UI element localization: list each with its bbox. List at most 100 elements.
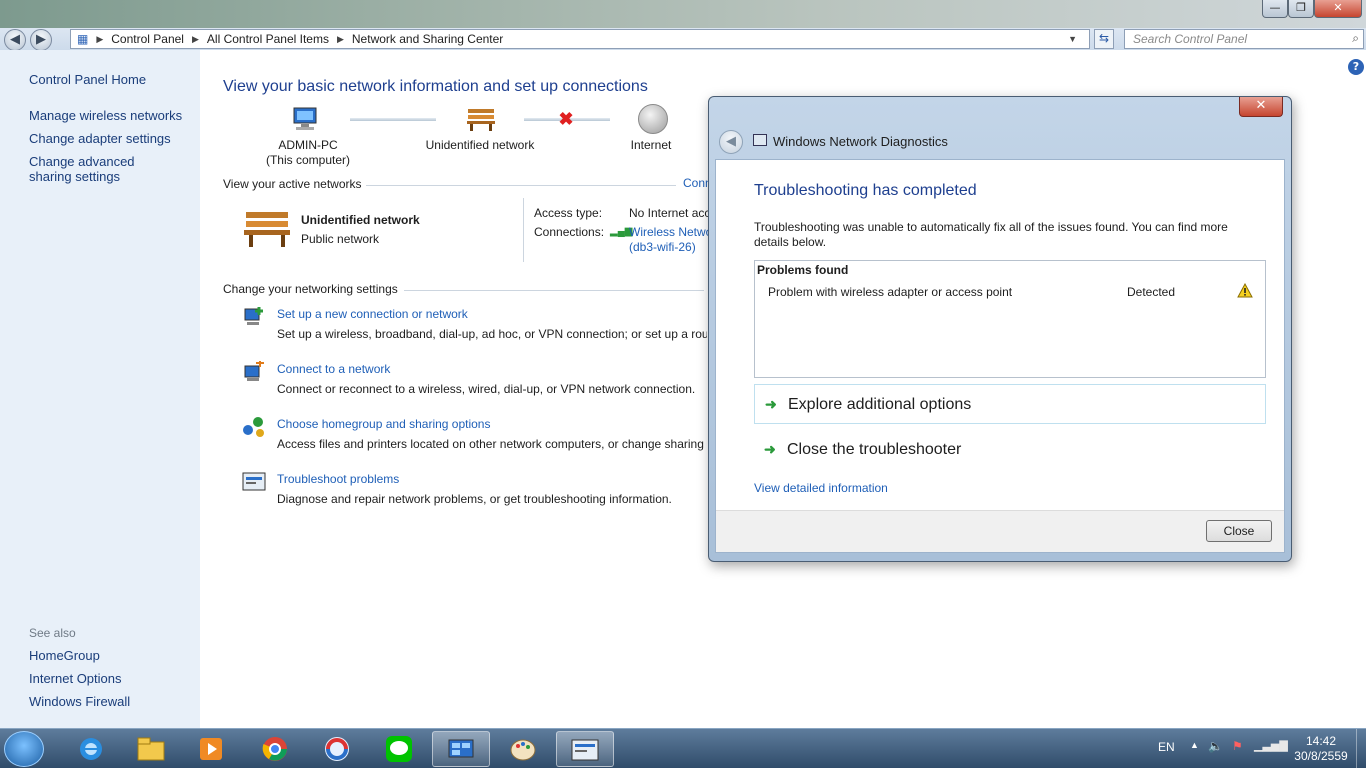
clock[interactable]: 14:42 30/8/2559 — [1291, 734, 1351, 764]
title-bar: — ❐ ✕ — [0, 0, 1366, 28]
dialog-footer: Close — [716, 510, 1284, 552]
media-player-icon[interactable] — [182, 731, 240, 767]
active-networks-label: View your active networks — [223, 177, 362, 191]
wireless-ssid[interactable]: (db3-wifi-26) — [629, 240, 696, 254]
control-panel-icon: ▦ — [77, 32, 89, 46]
breadcrumb-item[interactable]: Network and Sharing Center — [352, 32, 503, 46]
sidebar-item-firewall[interactable]: Windows Firewall — [29, 694, 130, 709]
disconnected-x-icon[interactable]: ✖ — [557, 110, 575, 128]
close-troubleshooter-label: Close the troubleshooter — [787, 441, 962, 458]
flag-alert-icon[interactable]: ⚑ — [1232, 739, 1243, 753]
search-input[interactable]: Search Control Panel ⌕ — [1124, 29, 1364, 49]
search-icon: ⌕ — [1352, 31, 1359, 45]
problem-text[interactable]: Problem with wireless adapter or access … — [768, 285, 1012, 299]
close-button[interactable]: Close — [1206, 520, 1272, 542]
show-desktop-button[interactable] — [1356, 729, 1366, 769]
refresh-button[interactable]: ⇆ — [1094, 29, 1114, 49]
breadcrumb-item[interactable]: Control Panel — [111, 32, 184, 46]
address-bar-strip: ◀ ▶ ▦ ▶ Control Panel ▶ All Control Pane… — [0, 28, 1366, 51]
task-troubleshoot: Troubleshoot problems Diagnose and repai… — [277, 469, 672, 509]
chrome-icon[interactable] — [246, 731, 304, 767]
networking-settings-label: Change your networking settings — [223, 282, 398, 296]
troubleshoot-icon — [242, 471, 266, 498]
minimize-button[interactable]: — — [1262, 0, 1288, 18]
explorer-icon[interactable] — [122, 731, 180, 767]
diagnostics-icon — [753, 134, 767, 146]
access-type-value: No Internet acc — [629, 206, 709, 220]
wireless-connection-link[interactable]: Wireless Netwo — [629, 225, 709, 239]
breadcrumb[interactable]: ▦ ▶ Control Panel ▶ All Control Panel It… — [70, 29, 1090, 49]
close-troubleshooter-button[interactable]: ➜ Close the troubleshooter — [754, 430, 1266, 470]
wireless-signal-icon[interactable]: ▁▃▅▇ — [1254, 739, 1288, 752]
problem-status: Detected — [1127, 285, 1176, 299]
paint-icon[interactable] — [494, 731, 552, 767]
diagnostics-dialog: ✕ ◀ Windows Network Diagnostics Troubles… — [708, 96, 1292, 562]
troubleshoot-desc: Diagnose and repair network problems, or… — [277, 492, 672, 506]
sidebar-item-home[interactable]: Control Panel Home — [29, 72, 146, 87]
language-indicator[interactable]: EN — [1158, 740, 1175, 754]
view-details-link[interactable]: View detailed information — [754, 481, 888, 495]
computer-node-label: ADMIN-PC (This computer) — [260, 138, 356, 168]
app-swirl-icon[interactable] — [308, 731, 366, 767]
setup-connection-link[interactable]: Set up a new connection or network — [277, 304, 707, 324]
line-icon[interactable] — [370, 731, 428, 767]
sidebar-item-advanced-sharing[interactable]: Change advanced sharing settings — [29, 154, 179, 184]
computer-sub: (This computer) — [265, 153, 351, 167]
clock-time: 14:42 — [1305, 734, 1337, 748]
internet-node-label: Internet — [630, 138, 672, 152]
dialog-body: Troubleshooting has completed Troublesho… — [715, 159, 1285, 553]
green-arrow-icon: ➜ — [764, 441, 776, 457]
task-homegroup: Choose homegroup and sharing options Acc… — [277, 414, 707, 454]
divider — [404, 290, 704, 291]
volume-icon[interactable]: 🔈 — [1208, 739, 1223, 753]
diagnostics-taskbar-icon[interactable] — [556, 731, 614, 767]
see-also-label: See also — [29, 626, 76, 640]
computer-icon[interactable] — [290, 106, 322, 132]
connect-network-link[interactable]: Connect to a network — [277, 359, 695, 379]
network-node-label: Unidentified network — [425, 138, 535, 152]
start-button[interactable] — [4, 731, 44, 767]
globe-icon[interactable] — [638, 104, 668, 134]
search-placeholder: Search Control Panel — [1133, 32, 1248, 46]
task-connect-network: Connect to a network Connect or reconnec… — [277, 359, 695, 399]
active-network-type[interactable]: Public network — [301, 232, 379, 246]
divider — [523, 198, 524, 262]
chevron-down-icon[interactable]: ▼ — [1068, 34, 1077, 44]
green-arrow-icon: ➜ — [765, 396, 777, 412]
sidebar-item-adapter[interactable]: Change adapter settings — [29, 131, 171, 146]
maximize-button[interactable]: ❐ — [1288, 0, 1314, 18]
chevron-right-icon: ▶ — [336, 33, 344, 44]
bench-icon — [242, 208, 292, 248]
homegroup-icon — [242, 416, 266, 443]
control-panel-taskbar-icon[interactable] — [432, 731, 490, 767]
taskbar: EN ▲ 🔈 ⚑ ▁▃▅▇ 14:42 30/8/2559 — [0, 728, 1366, 769]
back-button[interactable]: ◀ — [4, 29, 26, 51]
sidebar-item-internet-options[interactable]: Internet Options — [29, 671, 122, 686]
dialog-title: Windows Network Diagnostics — [773, 134, 948, 149]
page-title: View your basic network information and … — [223, 78, 648, 95]
sidebar-item-homegroup[interactable]: HomeGroup — [29, 648, 100, 663]
ie-icon[interactable] — [62, 731, 120, 767]
sidebar-item-wireless[interactable]: Manage wireless networks — [29, 108, 182, 123]
forward-button[interactable]: ▶ — [30, 29, 52, 51]
bench-icon[interactable] — [465, 106, 497, 132]
chevron-up-icon[interactable]: ▲ — [1190, 740, 1199, 750]
dialog-heading: Troubleshooting has completed — [754, 182, 977, 199]
breadcrumb-item[interactable]: All Control Panel Items — [207, 32, 329, 46]
clock-date: 30/8/2559 — [1294, 749, 1348, 763]
homegroup-link[interactable]: Choose homegroup and sharing options — [277, 414, 707, 434]
explore-options-button[interactable]: ➜ Explore additional options — [754, 384, 1266, 424]
dialog-close-x-button[interactable]: ✕ — [1239, 97, 1283, 117]
active-network-name: Unidentified network — [301, 213, 420, 227]
sidebar: Control Panel Home Manage wireless netwo… — [0, 50, 200, 728]
back-arrow-button[interactable]: ◀ — [719, 130, 743, 154]
troubleshoot-link[interactable]: Troubleshoot problems — [277, 469, 672, 489]
new-connection-icon — [242, 306, 266, 333]
dialog-message: Troubleshooting was unable to automatica… — [754, 220, 1228, 249]
connections-label: Connections: — [534, 225, 605, 239]
connection-line — [350, 118, 436, 121]
divider — [366, 185, 676, 186]
close-button[interactable]: ✕ — [1314, 0, 1362, 18]
homegroup-desc: Access files and printers located on oth… — [277, 437, 707, 451]
computer-name: ADMIN-PC — [278, 138, 338, 152]
